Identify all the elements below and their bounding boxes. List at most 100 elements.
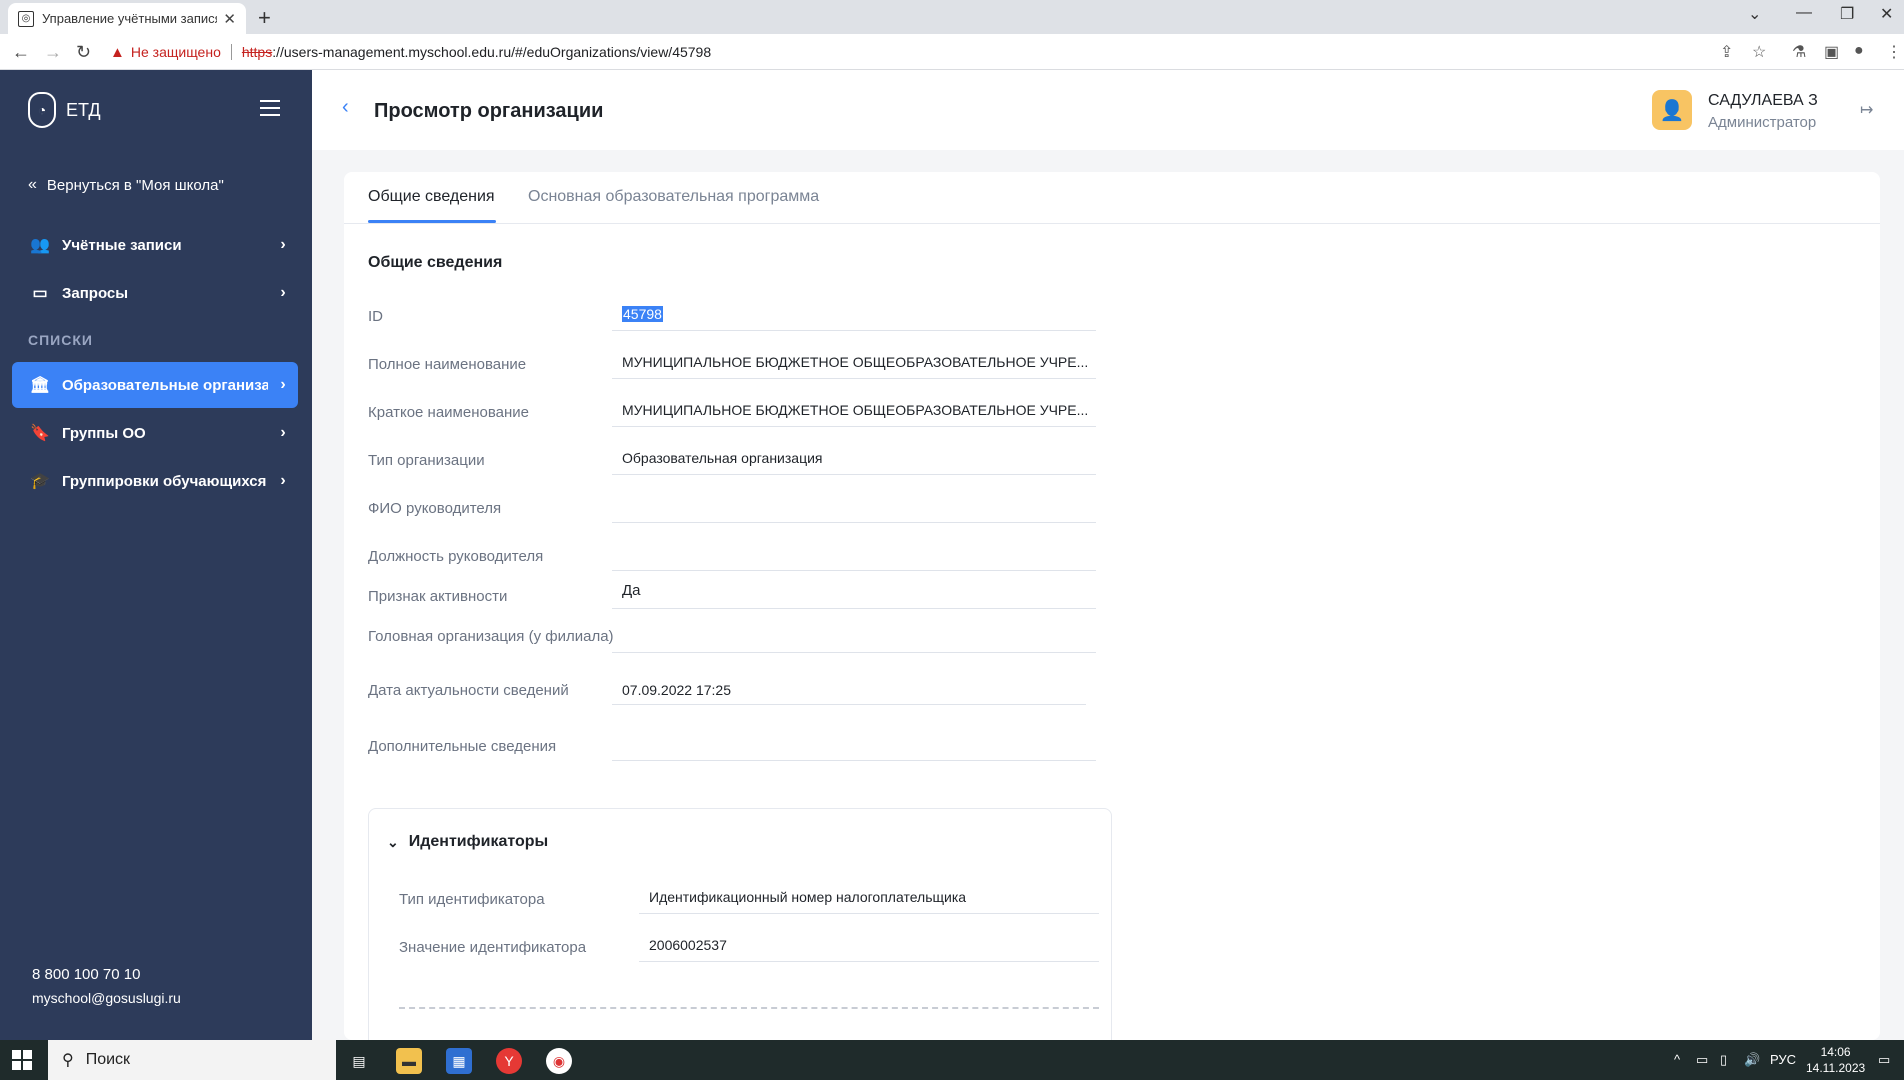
back-icon[interactable]: ←	[12, 42, 30, 63]
minimize-icon[interactable]: —	[1796, 4, 1812, 22]
sidebar-item-edu-organizations[interactable]: 🏛 Образовательные организа... ›	[12, 362, 298, 408]
reload-icon[interactable]: ↻	[76, 42, 91, 63]
sidebar-item-requests[interactable]: ▭ Запросы ›	[12, 270, 298, 316]
page-header: ‹ Просмотр организации 👤 САДУЛАЕВА З Адм…	[312, 70, 1904, 150]
field-value-active: Да	[622, 582, 641, 599]
page-title: Просмотр организации	[374, 100, 604, 122]
field-underline	[612, 522, 1096, 523]
language-indicator[interactable]: РУС	[1770, 1052, 1796, 1067]
search-icon: ⚲	[62, 1052, 74, 1069]
close-window-icon[interactable]: ✕	[1880, 4, 1893, 24]
close-tab-icon[interactable]: ✕	[223, 10, 236, 28]
chevron-left-icon[interactable]: ‹	[342, 96, 349, 119]
graduation-icon: 🎓	[30, 473, 50, 490]
sidebar-item-label: Группы ОО	[62, 424, 146, 442]
field-label-org-type: Тип организации	[368, 452, 485, 469]
bookmark-icon: 🔖	[30, 425, 50, 442]
identifier-value-label: Значение идентификатора	[399, 939, 587, 956]
clock[interactable]: 14:06 14.11.2023	[1806, 1044, 1865, 1076]
task-view-icon[interactable]: ▤	[346, 1048, 372, 1074]
active-tab-indicator	[368, 220, 496, 223]
extensions-icon[interactable]: ⚗	[1792, 42, 1806, 62]
tab-general[interactable]: Общие сведения	[368, 188, 495, 206]
back-to-my-school-link[interactable]: « Вернуться в "Моя школа"	[28, 176, 224, 194]
url-field[interactable]: ▲ Не защищено https ://users-management.…	[110, 38, 1770, 66]
field-label-actual-date: Дата актуальности сведений	[368, 682, 569, 699]
volume-icon[interactable]: 🔊	[1744, 1052, 1760, 1068]
field-label-parent-org: Головная организация (у филиала)	[368, 628, 614, 645]
sidebar-item-label: Группировки обучающихся	[62, 472, 267, 490]
logo[interactable]: ◔ ЕТД	[28, 92, 101, 128]
selected-id-text: 45798	[622, 306, 663, 322]
url-text: ://users-management.myschool.edu.ru/#/ed…	[272, 44, 712, 60]
chevron-right-icon: ›	[280, 284, 286, 301]
identifier-type-value: Идентификационный номер налогоплательщик…	[649, 889, 967, 905]
section-title: Общие сведения	[368, 254, 503, 271]
url-scheme: https	[241, 44, 273, 60]
profile-icon[interactable]: ●	[1854, 42, 1864, 60]
tab-search-chevron-icon[interactable]: ⌄	[1748, 4, 1761, 24]
identifiers-toggle[interactable]: ⌄ Идентификаторы	[387, 833, 548, 851]
store-icon[interactable]: ▦	[446, 1048, 472, 1074]
sidebar-item-label: Запросы	[62, 284, 129, 302]
field-label-full-name: Полное наименование	[368, 356, 527, 373]
hamburger-menu-icon[interactable]	[260, 100, 280, 121]
chevron-right-icon: ›	[280, 376, 286, 393]
support-email[interactable]: myschool@gosuslugi.ru	[32, 990, 181, 1006]
field-label-id: ID	[368, 308, 383, 325]
tray-chevron-up-icon[interactable]: ^	[1674, 1052, 1680, 1067]
tabs: Общие сведения Основная образовательная …	[344, 172, 1880, 224]
tab-main-program[interactable]: Основная образовательная программа	[528, 188, 819, 206]
windows-start-icon[interactable]	[12, 1050, 32, 1070]
field-label-short-name: Краткое наименование	[368, 404, 529, 421]
section-label-lists: СПИСКИ	[28, 332, 93, 348]
network-icon[interactable]: ▭	[1696, 1052, 1708, 1068]
logout-icon[interactable]: ↦	[1860, 100, 1873, 120]
identifiers-panel: ⌄ Идентификаторы Тип идентификатора Иден…	[368, 808, 1112, 1040]
field-underline	[612, 760, 1096, 761]
site-favicon-icon: ◎	[18, 10, 34, 27]
field-label-additional: Дополнительные сведения	[368, 738, 557, 755]
field-value-id: 45798	[612, 306, 1096, 322]
yandex-browser-icon[interactable]: Y	[496, 1048, 522, 1074]
sidebar-item-label: Образовательные организа...	[62, 376, 268, 394]
restore-icon[interactable]: ❐	[1840, 4, 1854, 24]
field-underline	[639, 913, 1099, 914]
browser-tab[interactable]: ◎ Управление учётными записям ✕	[8, 3, 246, 34]
battery-icon[interactable]: ▯	[1720, 1052, 1727, 1068]
notifications-icon[interactable]: ▭	[1878, 1052, 1890, 1068]
new-tab-icon[interactable]: +	[258, 5, 271, 31]
owl-logo-icon: ◔	[28, 92, 56, 128]
browser-tab-title: Управление учётными записям	[42, 11, 218, 26]
field-underline	[612, 608, 1096, 609]
chevron-right-icon: ›	[280, 424, 286, 441]
file-explorer-icon[interactable]: ▬	[396, 1048, 422, 1074]
chevron-down-icon: ⌄	[387, 833, 399, 850]
identifier-value: 2006002537	[649, 937, 727, 953]
taskbar-search-label: Поиск	[85, 1051, 131, 1068]
field-value-actual-date: 07.09.2022 17:25	[622, 682, 731, 698]
field-value-full-name: МУНИЦИПАЛЬНОЕ БЮДЖЕТНОЕ ОБЩЕОБРАЗОВАТЕЛЬ…	[622, 354, 1089, 370]
taskbar-search[interactable]: ⚲ Поиск	[48, 1040, 336, 1080]
back-to-my-school-label: Вернуться в "Моя школа"	[46, 176, 224, 194]
field-label-head-position: Должность руководителя	[368, 548, 544, 565]
support-phone: 8 800 100 70 10	[32, 966, 141, 983]
chrome-icon[interactable]: ◉	[546, 1048, 572, 1074]
field-underline	[612, 378, 1096, 379]
sidebar-item-oo-groups[interactable]: 🔖 Группы ОО ›	[12, 410, 298, 456]
bookmark-star-icon[interactable]: ☆	[1752, 42, 1766, 62]
sidepanel-icon[interactable]: ▣	[1824, 42, 1839, 62]
sidebar-item-student-groupings[interactable]: 🎓 Группировки обучающихся ›	[12, 458, 298, 504]
field-underline	[612, 704, 1086, 705]
users-icon: 👥	[30, 237, 50, 254]
field-underline	[612, 330, 1096, 331]
avatar[interactable]: 👤	[1652, 90, 1692, 130]
field-underline	[612, 426, 1096, 427]
sidebar-item-accounts[interactable]: 👥 Учётные записи ›	[12, 222, 298, 268]
field-underline	[612, 652, 1096, 653]
field-underline	[612, 570, 1096, 571]
share-icon[interactable]: ⇪	[1720, 42, 1733, 62]
field-value-short-name: МУНИЦИПАЛЬНОЕ БЮДЖЕТНОЕ ОБЩЕОБРАЗОВАТЕЛЬ…	[622, 402, 1089, 418]
forward-icon[interactable]: →	[44, 42, 62, 63]
menu-dots-icon[interactable]: ⋮	[1886, 42, 1902, 62]
